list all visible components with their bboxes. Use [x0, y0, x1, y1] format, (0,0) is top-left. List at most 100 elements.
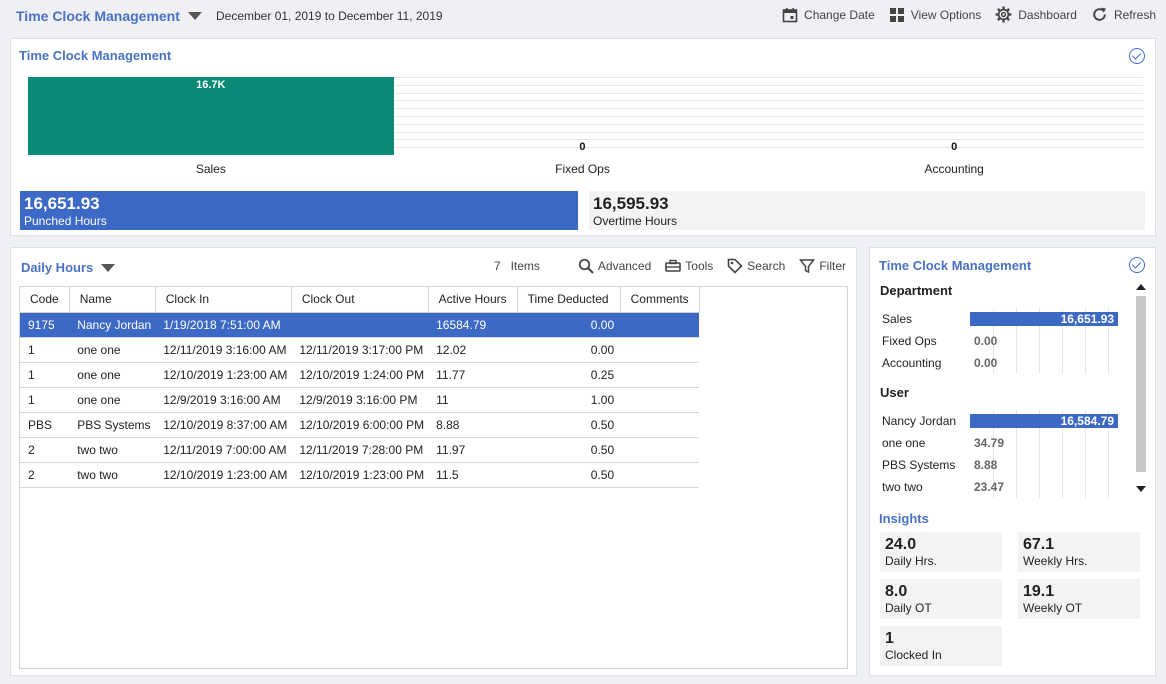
app-title: Time Clock Management — [16, 8, 180, 24]
insight-label: Weekly Hrs. — [1023, 554, 1088, 568]
dashboard-label: Dashboard — [1018, 7, 1077, 22]
chart-category-label: Sales — [195, 162, 226, 176]
mini-bar-track: 16,651.93 — [970, 308, 1118, 330]
items-count: 7 Items — [493, 259, 540, 273]
table-row[interactable]: 1 one one 12/10/2019 1:23:00 AM 12/10/2019 … — [20, 362, 700, 388]
table-row[interactable]: 9175 Nancy Jordan 1/19/2018 7:51:00 AM 1658… — [20, 312, 700, 338]
mini-bar-row[interactable]: Nancy Jordan 16,584.79 — [882, 410, 1122, 432]
chevron-down-icon — [187, 12, 202, 20]
mini-bar-row[interactable]: PBS Systems 8.88 — [882, 454, 1122, 476]
mini-gridline — [1108, 330, 1109, 352]
chevron-down-icon — [101, 263, 116, 272]
side-panel-title: Time Clock Management — [879, 258, 1032, 273]
table-cell-comments — [620, 312, 700, 338]
mini-bar-track: 0.00 — [970, 330, 1118, 352]
table-row[interactable]: 1 one one 12/11/2019 3:16:00 AM 12/11/2019 … — [20, 337, 700, 363]
column-header-clock-out[interactable]: Clock Out — [291, 287, 429, 313]
user-heading: User — [880, 385, 909, 400]
mini-bar-value: 0.00 — [974, 356, 998, 370]
mini-bar-row[interactable]: Fixed Ops 0.00 — [882, 330, 1122, 352]
table-row[interactable]: 2 two two 12/10/2019 1:23:00 AM 12/10/2019 … — [20, 462, 700, 488]
mini-gridline — [1108, 476, 1109, 498]
top-actions: Change Date View Options Dashboard Refre… — [782, 6, 1156, 23]
mini-gridline — [1039, 432, 1040, 454]
mini-bar-label: one one — [882, 436, 926, 450]
chart-category-label: Fixed Ops — [555, 162, 610, 176]
mini-gridline — [1016, 454, 1017, 476]
mini-bar-label: PBS Systems — [882, 458, 956, 472]
check-circle-icon[interactable] — [1129, 48, 1145, 64]
scroll-down-arrow-icon[interactable] — [1136, 486, 1146, 492]
scroll-thumb[interactable] — [1136, 296, 1146, 472]
table-cell-clock-in: 12/11/2019 7:00:00 AM — [155, 437, 292, 463]
table-row[interactable]: 2 two two 12/11/2019 7:00:00 AM 12/11/2019 … — [20, 437, 700, 463]
table-cell-active: 11 — [428, 387, 518, 413]
mini-gridline — [1016, 432, 1017, 454]
table-cell-code: 1 — [20, 362, 70, 388]
column-header-comments[interactable]: Comments — [620, 287, 700, 313]
view-options-label: View Options — [910, 7, 982, 22]
table-cell-name: one one — [69, 387, 156, 413]
advanced-button[interactable]: Advanced — [578, 258, 651, 274]
mini-bar-row[interactable]: one one 34.79 — [882, 432, 1122, 454]
side-scrollbar[interactable] — [1135, 284, 1147, 492]
table-cell-clock-out: 12/11/2019 7:28:00 PM — [291, 437, 429, 463]
mini-bar-label: Accounting — [882, 356, 942, 370]
table-cell-clock-in: 12/10/2019 1:23:00 AM — [155, 362, 292, 388]
mini-gridline — [1039, 352, 1040, 374]
scroll-up-arrow-icon[interactable] — [1136, 284, 1146, 290]
overtime-hours-kpi[interactable]: 16,595.93 Overtime Hours — [589, 191, 1145, 230]
punched-hours-kpi[interactable]: 16,651.93 Punched Hours — [20, 191, 578, 230]
mini-gridline — [1062, 476, 1063, 498]
mini-gridline — [1062, 432, 1063, 454]
insight-tile[interactable]: 19.1 Weekly OT — [1018, 579, 1140, 619]
app-title-dropdown[interactable]: Time Clock Management — [16, 8, 202, 24]
table-row[interactable]: 1 one one 12/9/2019 3:16:00 AM 12/9/2019 3:… — [20, 387, 700, 413]
mini-bar-row[interactable]: Accounting 0.00 — [882, 352, 1122, 374]
table-cell-name: two two — [69, 462, 156, 488]
search-button[interactable]: Search — [727, 258, 785, 274]
dashboard-button[interactable]: Dashboard — [995, 6, 1077, 23]
department-bar-chart: 16.7K 0 0 — [28, 77, 1143, 155]
mini-bar-row[interactable]: Sales 16,651.93 — [882, 308, 1122, 330]
table-cell-code: PBS — [20, 412, 70, 438]
view-options-button[interactable]: View Options — [889, 7, 981, 23]
tools-button[interactable]: Tools — [665, 258, 713, 274]
overtime-hours-value: 16,595.93 — [593, 194, 669, 213]
toolbox-icon — [665, 259, 682, 272]
column-header-active-hours[interactable]: Active Hours — [428, 287, 518, 313]
insight-tile[interactable]: 24.0 Daily Hrs. — [880, 532, 1002, 572]
date-range: December 01, 2019 to December 11, 2019 — [216, 9, 443, 23]
calendar-icon — [782, 7, 798, 22]
change-date-button[interactable]: Change Date — [782, 7, 875, 23]
table-cell-active: 11.5 — [428, 462, 518, 488]
insight-value: 67.1 — [1023, 536, 1055, 553]
daily-hours-dropdown[interactable]: Daily Hours — [21, 260, 116, 275]
tools-label: Tools — [685, 259, 714, 273]
insight-tile[interactable]: 1 Clocked In — [880, 626, 1002, 666]
mini-bar-row[interactable]: two two 23.47 — [882, 476, 1122, 498]
insight-tile[interactable]: 67.1 Weekly Hrs. — [1018, 532, 1140, 572]
grid-icon — [889, 7, 904, 22]
table-cell-clock-out: 12/11/2019 3:17:00 PM — [291, 337, 429, 363]
chart-category-label: Accounting — [924, 162, 984, 176]
table-cell-name: one one — [69, 337, 156, 363]
table-cell-clock-in: 1/19/2018 7:51:00 AM — [155, 312, 292, 338]
check-circle-icon[interactable] — [1129, 257, 1145, 273]
table-cell-comments — [620, 462, 700, 488]
table-cell-comments — [620, 412, 700, 438]
table-cell-active: 11.97 — [428, 437, 518, 463]
table-cell-active: 12.02 — [428, 337, 518, 363]
column-header-time-deducted[interactable]: Time Deducted — [517, 287, 621, 313]
change-date-label: Change Date — [804, 7, 875, 22]
column-header-code[interactable]: Code — [20, 287, 70, 313]
insight-value: 19.1 — [1023, 583, 1055, 600]
column-header-clock-in[interactable]: Clock In — [155, 287, 292, 313]
table-cell-code: 1 — [20, 387, 70, 413]
column-header-name[interactable]: Name — [69, 287, 156, 313]
refresh-button[interactable]: Refresh — [1091, 6, 1156, 23]
table-header-row: Code Name Clock In Clock Out Active Hour… — [20, 287, 700, 313]
table-row[interactable]: PBS PBS Systems 12/10/2019 8:37:00 AM 12/10… — [20, 412, 700, 438]
filter-button[interactable]: Filter — [799, 258, 846, 274]
insight-tile[interactable]: 8.0 Daily OT — [880, 579, 1002, 619]
